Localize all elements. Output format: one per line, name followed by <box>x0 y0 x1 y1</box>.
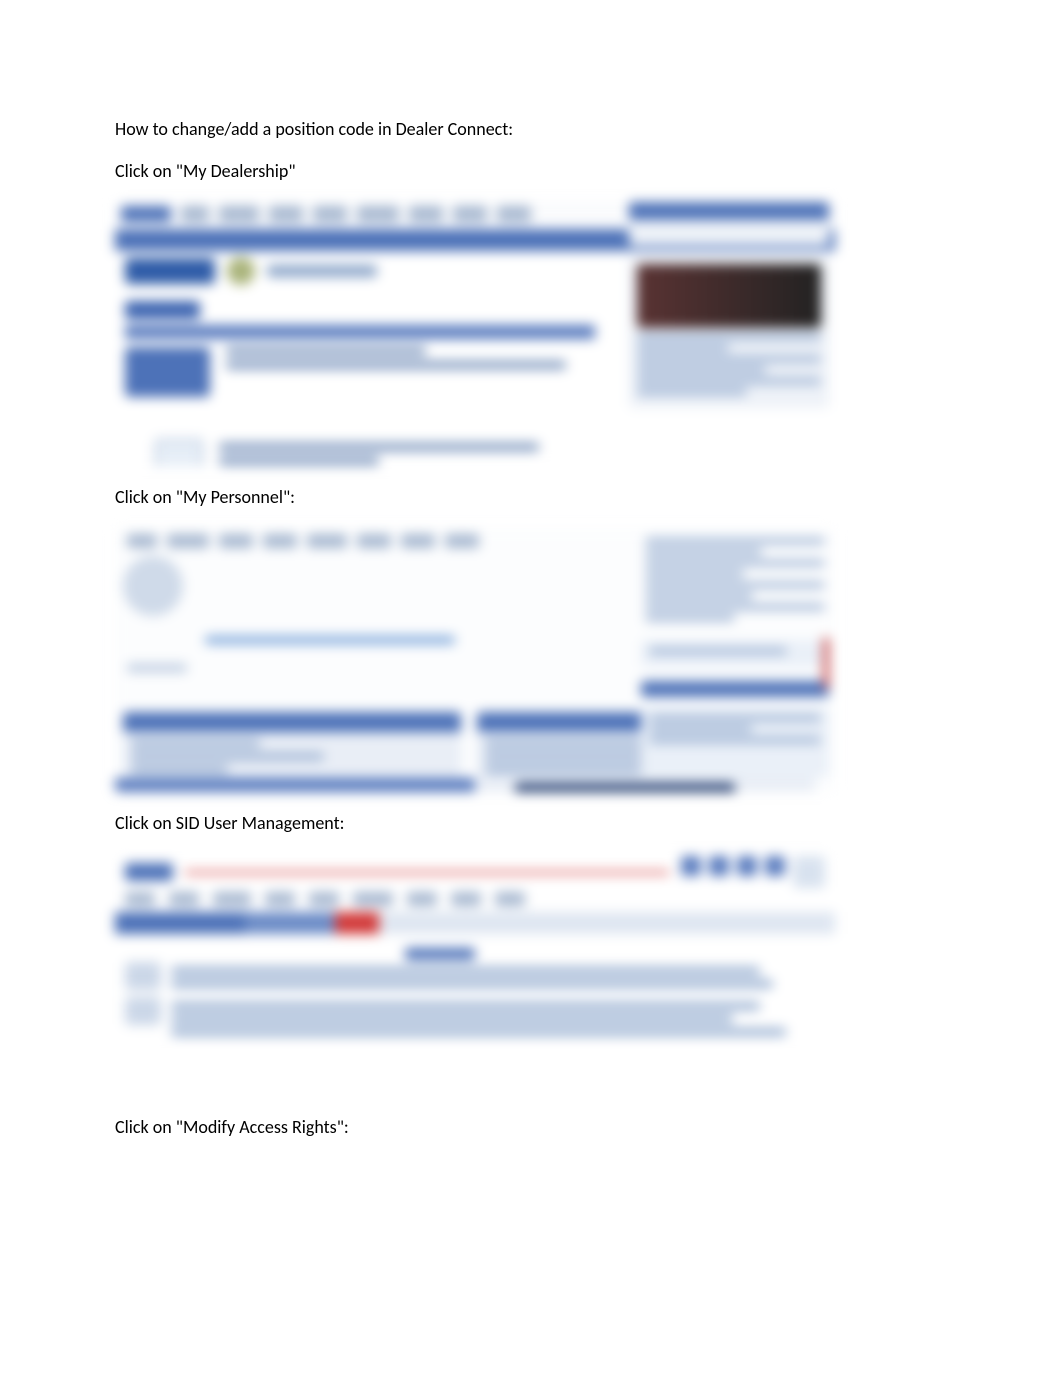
screenshot-sid-user-management <box>115 854 835 1060</box>
screenshot-my-dealership <box>115 202 835 466</box>
step-4: Click on "Modify Access Rights": <box>115 1116 947 1138</box>
screenshot-my-personnel <box>115 528 835 792</box>
step-1: Click on "My Dealership" <box>115 160 947 182</box>
step-3: Click on SID User Management: <box>115 812 947 834</box>
doc-title: How to change/add a position code in Dea… <box>115 118 947 140</box>
step-2: Click on "My Personnel": <box>115 486 947 508</box>
